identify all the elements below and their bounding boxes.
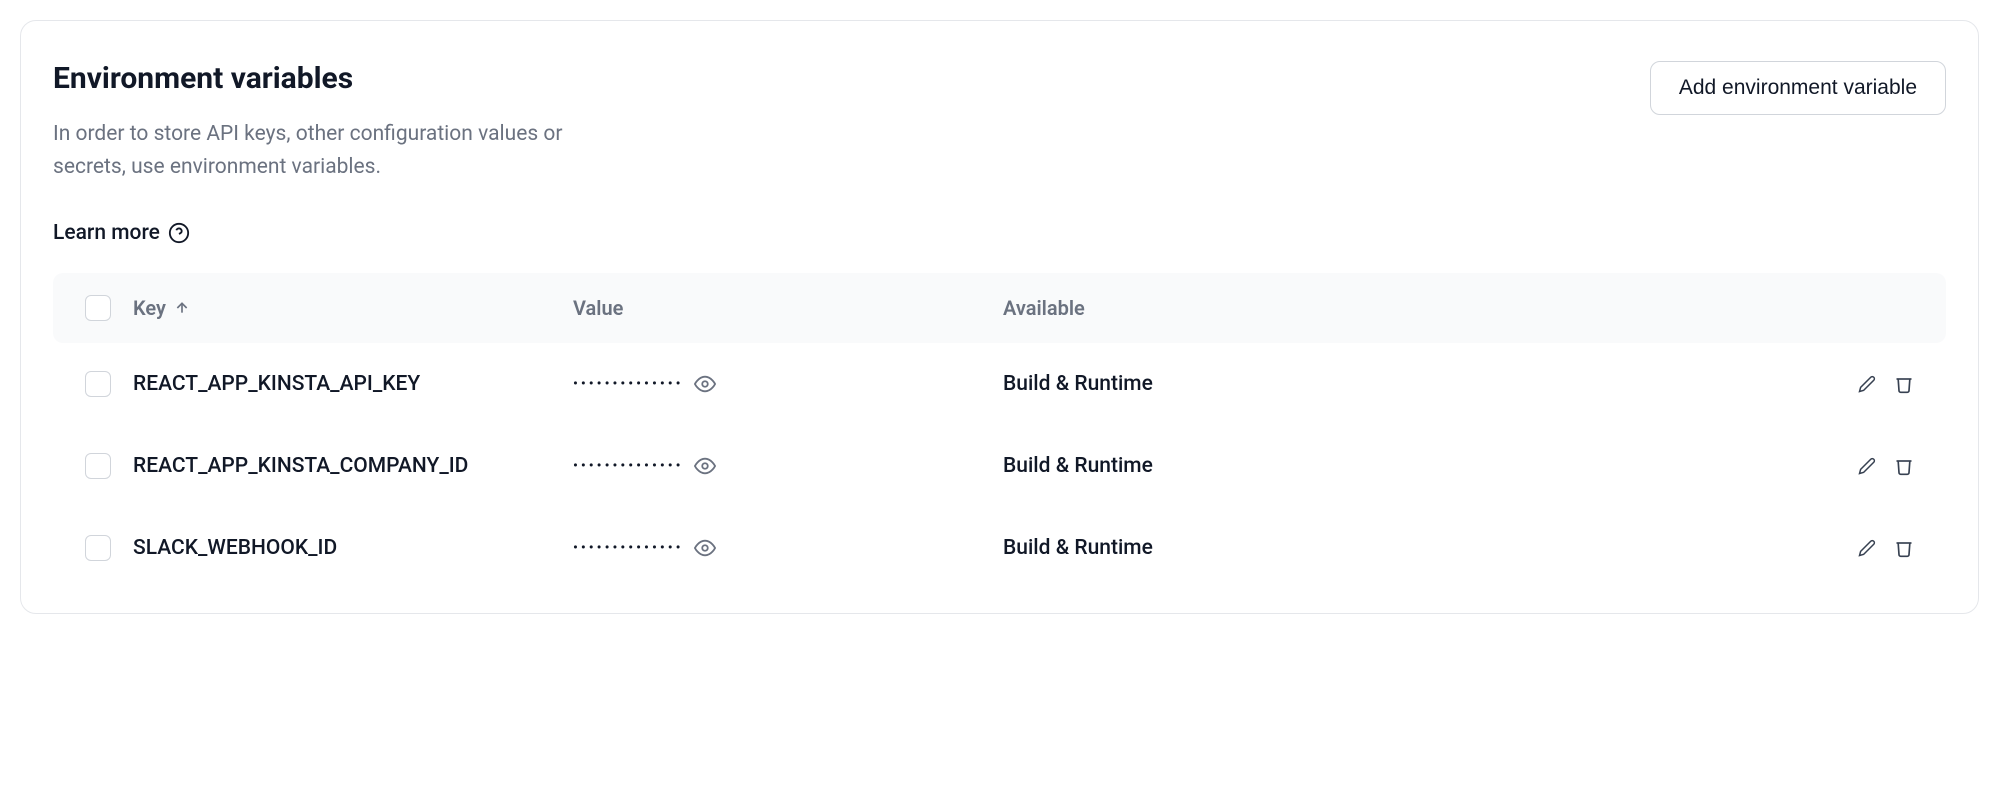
env-key: REACT_APP_KINSTA_API_KEY	[133, 372, 420, 396]
env-value-masked: ••••••••••••••	[573, 376, 684, 392]
row-key-cell: REACT_APP_KINSTA_COMPANY_ID	[133, 454, 573, 478]
row-value-cell: ••••••••••••••	[573, 455, 1003, 477]
env-value-masked: ••••••••••••••	[573, 540, 684, 556]
env-available: Build & Runtime	[1003, 454, 1153, 478]
learn-more-link[interactable]: Learn more	[53, 221, 190, 245]
page-title: Environment variables	[53, 61, 613, 96]
eye-icon	[694, 537, 716, 559]
row-check-cell	[85, 535, 133, 561]
row-value-cell: ••••••••••••••	[573, 373, 1003, 395]
env-value-masked: ••••••••••••••	[573, 458, 684, 474]
pencil-icon	[1858, 375, 1876, 393]
env-key: SLACK_WEBHOOK_ID	[133, 536, 337, 560]
sort-ascending-icon	[174, 300, 190, 316]
value-column-label: Value	[573, 296, 623, 320]
edit-button[interactable]	[1858, 375, 1876, 393]
table-row: SLACK_WEBHOOK_ID •••••••••••••• Build & …	[53, 507, 1946, 589]
row-check-cell	[85, 453, 133, 479]
key-column-header[interactable]: Key	[133, 296, 573, 320]
row-available-cell: Build & Runtime	[1003, 454, 1834, 478]
value-column-header: Value	[573, 296, 1003, 320]
env-key: REACT_APP_KINSTA_COMPANY_ID	[133, 454, 468, 478]
add-environment-variable-button[interactable]: Add environment variable	[1650, 61, 1946, 115]
pencil-icon	[1858, 457, 1876, 475]
trash-icon	[1894, 374, 1914, 394]
select-all-checkbox[interactable]	[85, 295, 111, 321]
edit-button[interactable]	[1858, 457, 1876, 475]
reveal-value-button[interactable]	[694, 537, 716, 559]
row-actions-cell	[1834, 374, 1914, 394]
trash-icon	[1894, 456, 1914, 476]
pencil-icon	[1858, 539, 1876, 557]
env-variables-card: Environment variables In order to store …	[20, 20, 1979, 614]
page-description: In order to store API keys, other config…	[53, 118, 613, 183]
table-row: REACT_APP_KINSTA_COMPANY_ID ••••••••••••…	[53, 425, 1946, 507]
row-value-cell: ••••••••••••••	[573, 537, 1003, 559]
table-row: REACT_APP_KINSTA_API_KEY •••••••••••••• …	[53, 343, 1946, 425]
delete-button[interactable]	[1894, 374, 1914, 394]
row-actions-cell	[1834, 538, 1914, 558]
eye-icon	[694, 455, 716, 477]
delete-button[interactable]	[1894, 456, 1914, 476]
card-header: Environment variables In order to store …	[53, 61, 1946, 183]
reveal-value-button[interactable]	[694, 373, 716, 395]
header-left: Environment variables In order to store …	[53, 61, 613, 183]
row-available-cell: Build & Runtime	[1003, 372, 1834, 396]
row-checkbox[interactable]	[85, 371, 111, 397]
row-key-cell: SLACK_WEBHOOK_ID	[133, 536, 573, 560]
row-actions-cell	[1834, 456, 1914, 476]
key-column-label: Key	[133, 296, 166, 320]
env-available: Build & Runtime	[1003, 372, 1153, 396]
row-check-cell	[85, 371, 133, 397]
row-key-cell: REACT_APP_KINSTA_API_KEY	[133, 372, 573, 396]
trash-icon	[1894, 538, 1914, 558]
env-available: Build & Runtime	[1003, 536, 1153, 560]
learn-more-label: Learn more	[53, 221, 160, 245]
reveal-value-button[interactable]	[694, 455, 716, 477]
row-available-cell: Build & Runtime	[1003, 536, 1834, 560]
row-checkbox[interactable]	[85, 535, 111, 561]
help-circle-icon	[168, 222, 190, 244]
available-column-header: Available	[1003, 296, 1834, 320]
eye-icon	[694, 373, 716, 395]
select-all-column	[85, 295, 133, 321]
edit-button[interactable]	[1858, 539, 1876, 557]
table-header-row: Key Value Available	[53, 273, 1946, 343]
row-checkbox[interactable]	[85, 453, 111, 479]
delete-button[interactable]	[1894, 538, 1914, 558]
available-column-label: Available	[1003, 296, 1085, 320]
